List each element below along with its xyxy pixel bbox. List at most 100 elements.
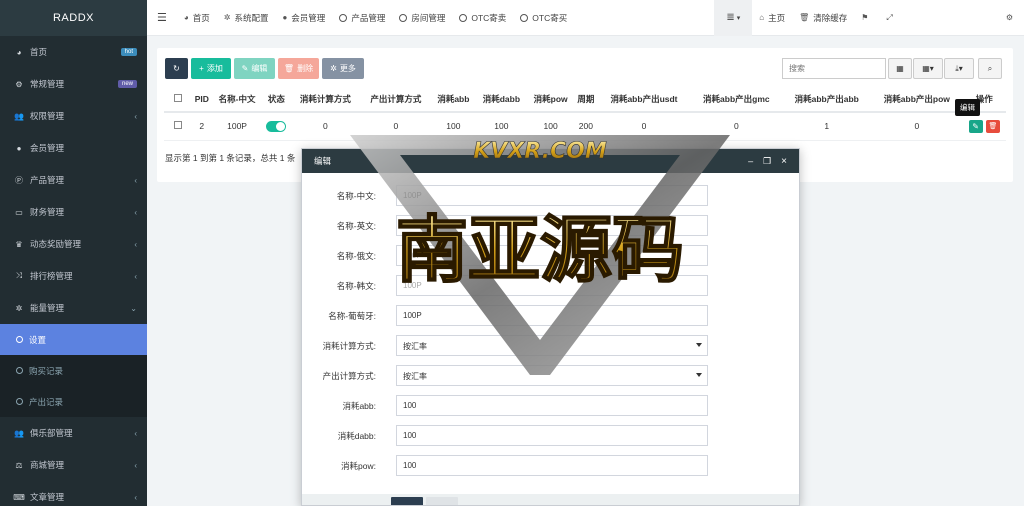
- form-select[interactable]: 按汇率: [396, 335, 708, 356]
- user-icon: ●: [16, 143, 22, 153]
- tab-member-manage[interactable]: ● 会员管理: [275, 0, 332, 36]
- tab-product-manage[interactable]: 产品管理: [332, 0, 392, 36]
- column-header[interactable]: 消耗计算方式: [290, 86, 361, 113]
- refresh-button[interactable]: ↻: [165, 58, 188, 79]
- column-header[interactable]: 产出计算方式: [360, 86, 432, 113]
- select-all-checkbox[interactable]: [174, 93, 182, 102]
- sidebar-item[interactable]: ⚖ 商城管理 ‹: [0, 449, 147, 481]
- sidebar-item[interactable]: ⤨ 排行榜管理 ‹: [0, 260, 147, 292]
- edit-button[interactable]: ✎ 编辑: [234, 58, 275, 79]
- tab-system-config[interactable]: ✲ 系统配置: [217, 0, 276, 36]
- language-button[interactable]: ⚑: [854, 0, 879, 36]
- add-button[interactable]: + 添加: [191, 58, 231, 79]
- sidebar-item[interactable]: ✲ 能量管理 ⌄: [0, 292, 147, 324]
- column-header[interactable]: 名称-中文: [211, 86, 263, 113]
- status-toggle[interactable]: [266, 120, 287, 132]
- form-input[interactable]: 100P: [396, 185, 708, 206]
- column-header[interactable]: PID: [192, 86, 212, 113]
- chevron-left-icon: ‹: [134, 460, 137, 470]
- pencil-icon: ✎: [972, 121, 979, 131]
- submit-button[interactable]: [391, 497, 423, 505]
- form-input[interactable]: 100: [396, 455, 708, 476]
- row-delete-button[interactable]: 🗑: [985, 119, 1000, 133]
- sidebar-item-label: 常规管理: [30, 79, 65, 89]
- table-cell: 100: [431, 112, 476, 141]
- form-input[interactable]: 100P: [396, 275, 708, 296]
- sidebar-item[interactable]: Ⓟ 产品管理 ‹: [0, 164, 147, 196]
- close-icon[interactable]: ×: [781, 156, 787, 167]
- form-select[interactable]: 按汇率: [396, 365, 708, 386]
- sidebar-subitem[interactable]: 产出记录: [0, 386, 147, 417]
- sidebar-badge: hot: [120, 48, 137, 56]
- more-label: 更多: [339, 64, 356, 73]
- more-button[interactable]: ✲ 更多: [322, 58, 364, 79]
- th-icon: ▦▾: [922, 64, 934, 73]
- sidebar-item[interactable]: ◕ 首页 hot: [0, 36, 147, 68]
- chevron-left-icon: ‹: [134, 239, 137, 249]
- sidebar-subitem[interactable]: 设置: [0, 324, 147, 355]
- select-all-cell[interactable]: [164, 86, 192, 113]
- refresh-icon: ↻: [173, 64, 180, 73]
- column-header[interactable]: 周期: [574, 86, 598, 113]
- chevron-left-icon: ‹: [134, 492, 137, 502]
- settings-button[interactable]: ⚙: [999, 0, 1024, 36]
- maximize-icon[interactable]: ❐: [763, 156, 771, 167]
- menu-toggle-button[interactable]: ☰: [147, 0, 177, 36]
- row-edit-button[interactable]: ✎: [968, 119, 983, 133]
- form-input[interactable]: 100P: [396, 305, 708, 326]
- reset-button[interactable]: [426, 497, 458, 505]
- modal-footer: [302, 494, 799, 505]
- minimize-icon[interactable]: –: [748, 156, 753, 166]
- toggle-view-button[interactable]: ▦: [888, 58, 912, 79]
- row-select-cell[interactable]: [164, 112, 192, 141]
- column-header[interactable]: 消耗pow: [527, 86, 575, 113]
- delete-button[interactable]: 🗑 删除: [278, 58, 319, 79]
- column-header[interactable]: 消耗dabb: [475, 86, 528, 113]
- modal-header: 编辑 – ❐ ×: [302, 149, 799, 173]
- form-input[interactable]: 100: [396, 395, 708, 416]
- circle-icon: [16, 336, 23, 343]
- sidebar-item[interactable]: ▭ 财务管理 ‹: [0, 196, 147, 228]
- sidebar-item[interactable]: 👥 俱乐部管理 ‹: [0, 417, 147, 449]
- brand-logo[interactable]: RADDX: [0, 0, 147, 36]
- plus-icon: +: [199, 64, 204, 73]
- sidebar-item[interactable]: ⌨ 文章管理 ‹: [0, 481, 147, 506]
- tab-list-dropdown[interactable]: ≣ ▾: [714, 0, 753, 36]
- tab-otc-buy[interactable]: OTC寄买: [513, 0, 574, 36]
- table-row[interactable]: 2 100P 0 0 100 100 100 200 0 0 1 0 ✎ 🗑: [164, 112, 1006, 141]
- clear-cache-button[interactable]: 🗑 清除缓存: [792, 0, 854, 36]
- form-input[interactable]: 100P: [396, 215, 708, 236]
- columns-dropdown[interactable]: ▦▾: [913, 58, 943, 79]
- form-input[interactable]: 100P: [396, 245, 708, 266]
- tab-home[interactable]: ◕ 首页: [177, 0, 217, 36]
- form-input[interactable]: 100: [396, 425, 708, 446]
- sidebar-item[interactable]: ● 会员管理: [0, 132, 147, 164]
- column-header[interactable]: 消耗abb: [431, 86, 476, 113]
- table-cell: 0: [690, 112, 783, 141]
- caret-down-icon: [696, 373, 702, 377]
- sidebar-item[interactable]: 👥 权限管理 ‹: [0, 100, 147, 132]
- column-header[interactable]: 消耗abb产出gmc: [690, 86, 783, 113]
- sidebar-item[interactable]: ⚙ 常规管理 new: [0, 68, 147, 100]
- form-label: 名称-中文:: [336, 191, 376, 201]
- export-dropdown[interactable]: ⤓▾: [944, 58, 974, 79]
- tab-room-manage[interactable]: 房间管理: [392, 0, 452, 36]
- sidebar-badge: new: [117, 80, 137, 88]
- sidebar-subitem[interactable]: 购买记录: [0, 355, 147, 386]
- column-header[interactable]: 消耗abb产出pow: [871, 86, 963, 113]
- column-header[interactable]: 状态: [262, 86, 291, 113]
- list-icon: ≣: [726, 12, 735, 23]
- fullscreen-button[interactable]: ⤢: [879, 0, 903, 36]
- column-header[interactable]: 消耗abb产出abb: [782, 86, 872, 113]
- pencil-icon: ✎: [241, 64, 249, 73]
- row-checkbox[interactable]: [174, 121, 182, 130]
- search-button[interactable]: ⌕: [978, 58, 1002, 79]
- circle-icon: [459, 13, 468, 22]
- column-header[interactable]: 消耗abb产出usdt: [597, 86, 691, 113]
- tab-otc-sell[interactable]: OTC寄卖: [452, 0, 513, 36]
- search-input[interactable]: [782, 58, 886, 79]
- home-link[interactable]: ⌂ 主页: [752, 0, 792, 36]
- fullscreen-icon: ⤢: [886, 12, 893, 22]
- sidebar-item[interactable]: ♛ 动态奖励管理 ‹: [0, 228, 147, 260]
- table-cell: 100P: [211, 112, 263, 141]
